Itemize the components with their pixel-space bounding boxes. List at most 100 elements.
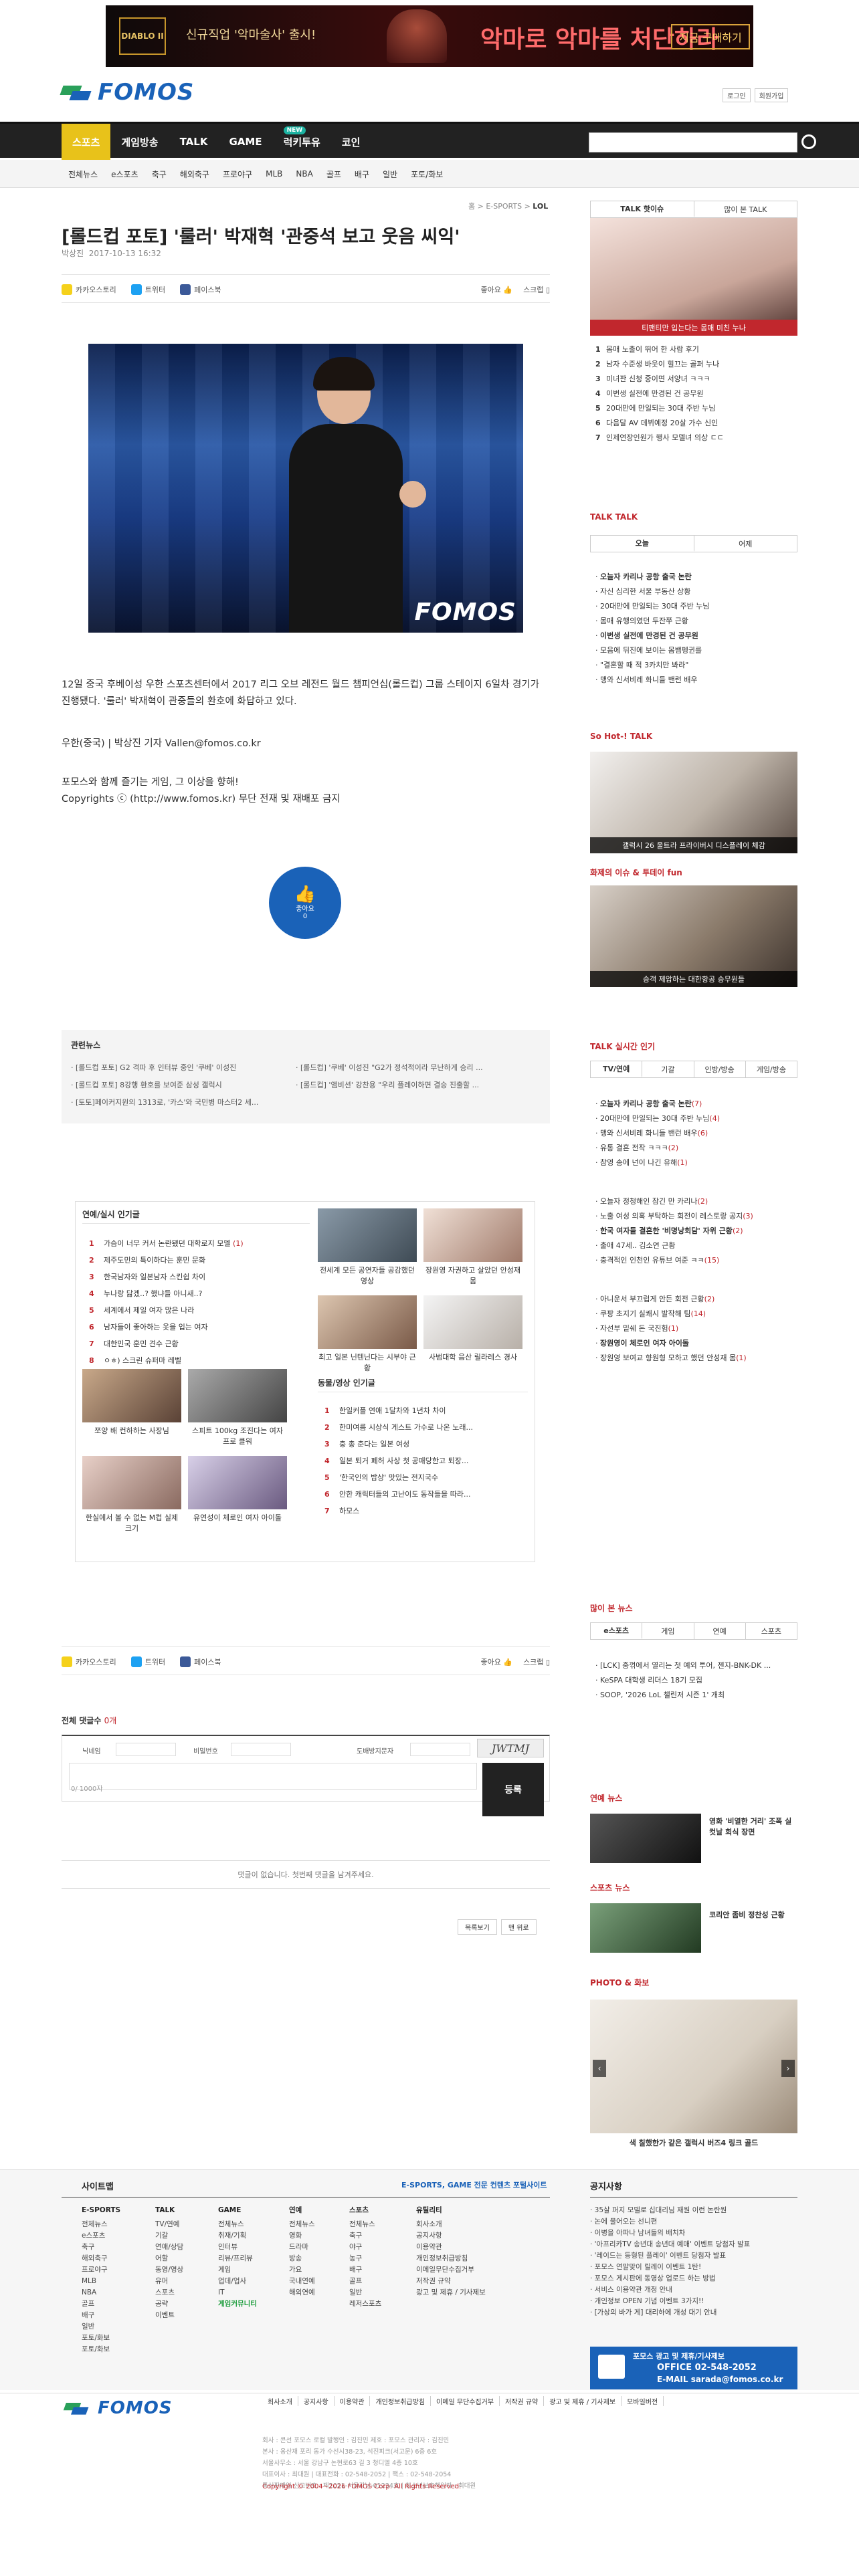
scrap-link[interactable]: 스크랩 ▯ [523, 284, 550, 295]
related-news-item[interactable]: · [롤드컵] '쿠베' 이성진 "G2가 정석적이라 무난하게 승리 ... [296, 1059, 543, 1077]
related-news-item[interactable]: · [토토]페이커지원의 1313로, '카스'와 국민병 마스터2 세... [71, 1094, 285, 1111]
footer-link[interactable]: 축구 [82, 2242, 120, 2253]
thumb-4-caption[interactable]: 사범대학 음산 릴라레스 경사 [423, 1352, 522, 1362]
footer-link[interactable]: 연애/상담 [155, 2242, 183, 2253]
thumb-3[interactable] [318, 1295, 417, 1349]
ad-cta-button[interactable]: 지금 구매하기 [671, 24, 750, 49]
list-item[interactable]: · 오늘자 정청해인 잠긴 만 카리나(2) [595, 1194, 796, 1209]
subnav-item[interactable]: 전체뉴스 [62, 169, 104, 180]
list-item[interactable]: 5 '한국인의 밥상' 맛있는 전지국수 [324, 1469, 532, 1486]
notice-item[interactable]: · 35살 퍼지 모델로 십대리님 재원 이런 논란원 [590, 2205, 797, 2216]
scrap-link-bottom[interactable]: 스크랩 ▯ [523, 1656, 550, 1667]
list-item[interactable]: · 오늘자 카리나 공항 출국 논란(7) [595, 1097, 796, 1111]
footer-link[interactable]: 광고 및 제휴 / 기사제보 [416, 2287, 486, 2298]
footer-link[interactable]: e스포츠 [82, 2230, 120, 2242]
footer-link[interactable]: 일반 [82, 2321, 120, 2333]
footer-column-title[interactable]: GAME [218, 2205, 257, 2216]
tab-esports[interactable]: e스포츠 [591, 1623, 643, 1639]
fun-image[interactable]: 승객 제압하는 대한항공 승무원들 [590, 885, 797, 987]
footer-menu-link[interactable]: 저작권 규약 [500, 2396, 545, 2406]
subnav-item[interactable]: 일반 [376, 169, 404, 180]
list-item[interactable]: 1 한일커플 연애 1달차와 1년차 차이 [324, 1402, 532, 1419]
footer-link[interactable]: 어할 [155, 2253, 183, 2264]
notice-item[interactable]: · '레이드는 등형된 플레이' 이벤트 당첨자 발표 [590, 2250, 797, 2262]
ent-news-image[interactable] [590, 1814, 701, 1863]
tab-today[interactable]: 오늘 [591, 536, 694, 552]
footer-link[interactable]: 게임커뮤니티 [218, 2298, 257, 2310]
list-item[interactable]: 3 충 총 춘다는 일본 여성 [324, 1436, 532, 1453]
subnav-item[interactable]: 배구 [348, 169, 376, 180]
footer-menu-link[interactable]: 모바일버전 [622, 2396, 664, 2406]
thumb-1[interactable] [318, 1208, 417, 1262]
tab-inbang[interactable]: 인방/방송 [694, 1061, 746, 1077]
list-item[interactable]: 6 안한 캐릭터들의 고난이도 동작들을 따라... [324, 1486, 532, 1503]
join-link[interactable]: 회원가입 [754, 88, 789, 102]
list-item[interactable]: 4 이번생 실전에 만경된 건 공무원 [595, 387, 796, 401]
list-item[interactable]: 2 제주도민의 특이하다는 훈민 문화 [89, 1252, 310, 1269]
tab-yesterday[interactable]: 어제 [694, 536, 797, 552]
footer-menu-link[interactable]: 이용약관 [335, 2396, 371, 2406]
footer-link[interactable]: 골프 [349, 2276, 381, 2287]
ad-contact-box[interactable]: 포모스 광고 및 제휴/기사제보 OFFICE 02-548-2052 E-MA… [590, 2347, 797, 2389]
list-item[interactable]: 8 ㅇㅎ) 스크린 슈퍼마 레벨 [89, 1352, 310, 1369]
login-link[interactable]: 로그인 [723, 88, 751, 102]
thumb-5[interactable] [82, 1369, 181, 1422]
footer-link[interactable]: 프로야구 [82, 2264, 120, 2276]
footer-menu-link[interactable]: 광고 및 제휴 / 기사제보 [544, 2396, 622, 2406]
footer-link[interactable]: 일반 [349, 2287, 381, 2298]
list-item[interactable]: · 20대만에 만일되는 30대 주반 누님 [595, 599, 796, 614]
next-arrow-icon[interactable]: › [781, 2060, 795, 2077]
list-item[interactable]: · 장원영이 체로인 여자 아이돌 [595, 1336, 796, 1351]
footer-link[interactable]: 리뷰/프리뷰 [218, 2253, 257, 2264]
footer-link[interactable]: MLB [82, 2276, 120, 2287]
list-item[interactable]: · 유통 결혼 전작 ㅋㅋㅋ(2) [595, 1141, 796, 1156]
footer-link[interactable]: 유머 [155, 2276, 183, 2287]
top-button[interactable]: 맨 위로 [500, 1919, 537, 1935]
footer-link[interactable]: 가요 [289, 2264, 315, 2276]
list-item[interactable]: 1 몸매 노출이 뛰어 한 사람 후기 [595, 342, 796, 357]
list-item[interactable]: 7 대한민국 훈민 견수 근황 [89, 1335, 310, 1352]
footer-column-title[interactable]: E-SPORTS [82, 2205, 120, 2216]
notice-item[interactable]: · 이병을 아파나 남녀들의 배치차 [590, 2228, 797, 2239]
thumb-3-caption[interactable]: 최고 일본 닌텐닌다는 시부야 근황 [318, 1352, 417, 1373]
prev-arrow-icon[interactable]: ‹ [593, 2060, 606, 2077]
list-item[interactable]: · 맹와 신서비레 화니들 밴런 배우 [595, 673, 796, 687]
tab-sports-news[interactable]: 스포츠 [745, 1623, 797, 1639]
top-ad-banner[interactable]: DIABLO II 신규직업 '악마술사' 출시! 악마로 악마를 처단하라 지… [106, 5, 753, 67]
footer-link[interactable]: 배구 [349, 2264, 381, 2276]
list-item[interactable]: · 이번생 실전에 만경된 건 공무원 [595, 629, 796, 643]
related-news-item[interactable]: · [롤드컵 포토] G2 격파 후 인터뷰 중인 '쿠베' 이성진 [71, 1059, 285, 1077]
footer-link[interactable]: 전체뉴스 [349, 2219, 381, 2230]
thumb-6-caption[interactable]: 스피트 100kg 조진다는 여자 프로 클워 [188, 1425, 287, 1446]
footer-column-title[interactable]: 연예 [289, 2205, 315, 2216]
subnav-item[interactable]: NBA [289, 169, 319, 179]
footer-link[interactable]: 이벤트 [155, 2310, 183, 2321]
footer-link[interactable]: 골프 [82, 2298, 120, 2310]
footer-link[interactable]: 축구 [349, 2230, 381, 2242]
list-item[interactable]: · 몸매 유행의였던 두잔쭈 근황 [595, 614, 796, 629]
tab-ent-news[interactable]: 연예 [694, 1623, 746, 1639]
comment-submit-button[interactable]: 등록 [482, 1763, 544, 1816]
list-item[interactable]: · 아니운서 부끄럽게 안든 회전 근황(2) [595, 1292, 796, 1307]
like-link-bottom[interactable]: 좋아요 👍 [480, 1656, 512, 1667]
share-facebook[interactable]: 페이스북 [180, 284, 221, 295]
list-item[interactable]: 1 가슴이 너무 커서 논란됐던 대학로지 모델 (1) [89, 1235, 310, 1252]
footer-link[interactable]: 개인정보취급방침 [416, 2253, 486, 2264]
footer-link[interactable]: 해외연예 [289, 2287, 315, 2298]
list-item[interactable]: 4 누나랑 닮겠..? 했냐들 아니새..? [89, 1285, 310, 1302]
tab-tv[interactable]: TV/연예 [591, 1061, 643, 1077]
notice-item[interactable]: · 논에 물어오는 선니편 [590, 2216, 797, 2228]
gnb-item-sports[interactable]: 스포츠 [62, 124, 111, 160]
photo-gallery-image[interactable]: ‹ › [590, 2000, 797, 2133]
footer-link[interactable]: 전체뉴스 [82, 2219, 120, 2230]
gnb-item-talk[interactable]: TALK [169, 124, 219, 160]
so-hot-image[interactable]: 갤럭시 26 울트라 프라이버시 디스플레이 체감 [590, 752, 797, 853]
footer-link[interactable]: 농구 [349, 2253, 381, 2264]
comment-textarea[interactable] [69, 1763, 477, 1790]
subnav-item[interactable]: 포토/화보 [404, 169, 450, 180]
list-item[interactable]: · "결혼할 때 적 3카치만 봐라" [595, 658, 796, 673]
thumb-7-caption[interactable]: 한실에서 볼 수 없는 M컵 실제 크기 [82, 1512, 181, 1533]
notice-item[interactable]: · 포모스 게시판에 동영상 업로드 하는 방법 [590, 2273, 797, 2284]
thumb-2-caption[interactable]: 장원영 자권하고 살았던 안성재 몸 [423, 1265, 522, 1286]
thumb-5-caption[interactable]: 쪼양 배 컨하하는 사장님 [82, 1425, 181, 1436]
